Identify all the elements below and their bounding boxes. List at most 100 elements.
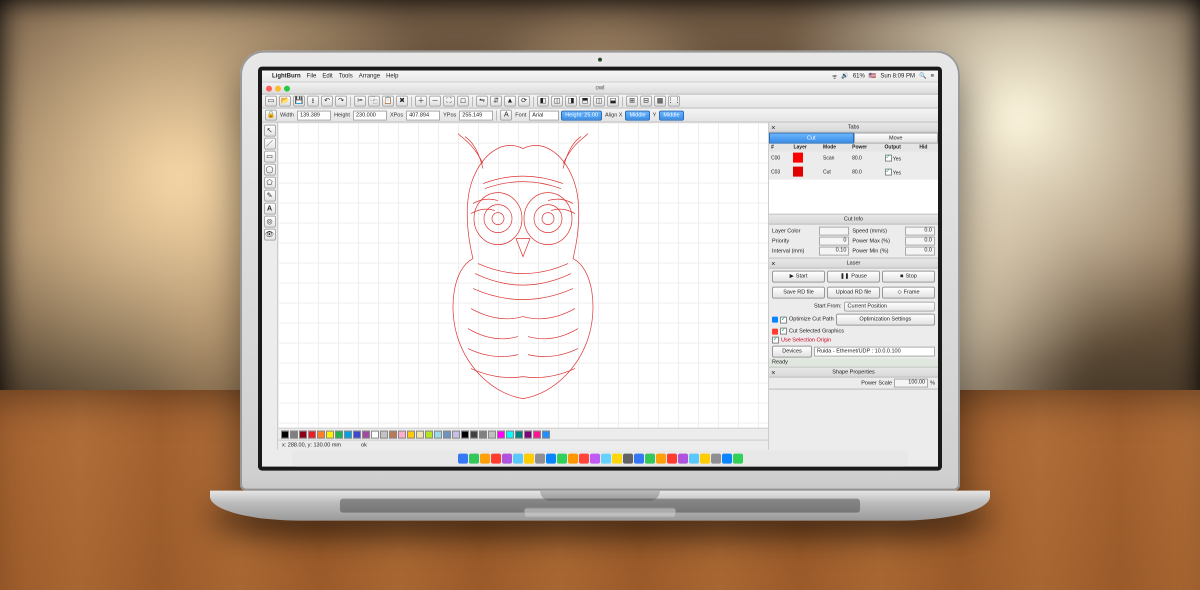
spotlight-icon[interactable]: 🔍 [919, 73, 926, 80]
width-field[interactable]: 139.389 [297, 110, 331, 120]
rotate-icon[interactable]: ⟳ [518, 96, 530, 107]
wifi-icon[interactable]: ᯤ [832, 72, 837, 80]
save-rd-button[interactable]: Save RD file [772, 287, 825, 299]
palette-swatch[interactable] [542, 430, 550, 438]
redo-icon[interactable]: ↷ [335, 96, 347, 107]
flip-v-icon[interactable]: ⇵ [490, 96, 502, 107]
palette-swatch[interactable] [524, 430, 532, 438]
grid-icon[interactable]: ▦ [654, 96, 666, 107]
import-icon[interactable]: ⭳ [307, 96, 319, 107]
layer-color-field[interactable] [819, 227, 849, 236]
zoom-out-icon[interactable]: － [429, 96, 441, 107]
palette-swatch[interactable] [299, 430, 307, 438]
palette-swatch[interactable] [506, 430, 514, 438]
dock-app-icon[interactable] [645, 454, 655, 464]
close-icon[interactable] [266, 85, 272, 91]
palette-swatch[interactable] [389, 430, 397, 438]
palette-swatch[interactable] [452, 430, 460, 438]
offset-icon[interactable]: ◎ [264, 216, 276, 228]
text-tool-icon[interactable]: A [500, 110, 512, 121]
undo-icon[interactable]: ↶ [321, 96, 333, 107]
palette-swatch[interactable] [470, 430, 478, 438]
tab-cut[interactable]: Cut [769, 133, 854, 144]
paste-icon[interactable]: 📋 [382, 96, 394, 107]
table-row[interactable]: C03Cut80.0 Yes [769, 166, 938, 180]
dock-app-icon[interactable] [458, 454, 468, 464]
palette-swatch[interactable] [416, 430, 424, 438]
palette-swatch[interactable] [308, 430, 316, 438]
start-button[interactable]: ▶ Start [772, 271, 825, 283]
polygon-tool-icon[interactable]: ⬠ [264, 177, 276, 189]
palette-swatch[interactable] [281, 430, 289, 438]
devices-button[interactable]: Devices [772, 346, 812, 358]
rect-tool-icon[interactable]: ▭ [264, 151, 276, 163]
new-icon[interactable]: ▭ [265, 96, 277, 107]
align-right-icon[interactable]: ◨ [565, 96, 577, 107]
dock-app-icon[interactable] [623, 454, 633, 464]
palette-swatch[interactable] [407, 430, 415, 438]
dock-app-icon[interactable] [612, 454, 622, 464]
dock-app-icon[interactable] [469, 454, 479, 464]
line-tool-icon[interactable]: ／ [264, 138, 276, 150]
palette-swatch[interactable] [497, 430, 505, 438]
palette-swatch[interactable] [488, 430, 496, 438]
dock-app-icon[interactable] [568, 454, 578, 464]
palette-swatch[interactable] [515, 430, 523, 438]
ypos-field[interactable]: 255.149 [459, 110, 493, 120]
palette-swatch[interactable] [362, 430, 370, 438]
zoom-fit-icon[interactable]: ⛶ [443, 96, 455, 107]
align-left-icon[interactable]: ◧ [537, 96, 549, 107]
opt-settings-button[interactable]: Optimization Settings [836, 314, 935, 326]
upload-rd-button[interactable]: Upload RD file [827, 287, 880, 299]
dock-app-icon[interactable] [557, 454, 567, 464]
dock-app-icon[interactable] [491, 454, 501, 464]
xpos-field[interactable]: 407.894 [406, 110, 440, 120]
power-min-field[interactable]: 0.0 [905, 247, 935, 256]
dock-app-icon[interactable] [656, 454, 666, 464]
menu-arrange[interactable]: Arrange [359, 73, 380, 79]
dock-app-icon[interactable] [502, 454, 512, 464]
height-field[interactable]: 230.000 [353, 110, 387, 120]
ellipse-tool-icon[interactable]: ◯ [264, 164, 276, 176]
dock-app-icon[interactable] [601, 454, 611, 464]
dock-app-icon[interactable] [733, 454, 743, 464]
dock-app-icon[interactable] [546, 454, 556, 464]
ungroup-icon[interactable]: ⊟ [640, 96, 652, 107]
volume-icon[interactable]: 🔊 [841, 73, 848, 80]
group-icon[interactable]: ⊞ [626, 96, 638, 107]
flag-icon[interactable]: 🇺🇸 [869, 73, 876, 80]
align-middle-icon[interactable]: ◫ [593, 96, 605, 107]
palette-swatch[interactable] [353, 430, 361, 438]
app-name[interactable]: LightBurn [272, 73, 301, 79]
speed-field[interactable]: 0.0 [905, 227, 935, 236]
palette-swatch[interactable] [335, 430, 343, 438]
palette-swatch[interactable] [398, 430, 406, 438]
palette-swatch[interactable] [461, 430, 469, 438]
select-tool-icon[interactable]: ↖ [264, 125, 276, 137]
cut-icon[interactable]: ✂ [354, 96, 366, 107]
power-scale-field[interactable]: 100.00 [894, 379, 928, 388]
align-center-icon[interactable]: ◫ [551, 96, 563, 107]
palette-swatch[interactable] [317, 430, 325, 438]
palette-swatch[interactable] [533, 430, 541, 438]
dock-app-icon[interactable] [711, 454, 721, 464]
pause-button[interactable]: ❚❚ Pause [827, 271, 880, 283]
array-icon[interactable]: ⋮⋮ [668, 96, 680, 107]
power-max-field[interactable]: 0.0 [905, 237, 935, 246]
zoom-in-icon[interactable]: ＋ [415, 96, 427, 107]
dock-app-icon[interactable] [579, 454, 589, 464]
minimize-icon[interactable] [275, 85, 281, 91]
zoom-sel-icon[interactable]: ◻ [457, 96, 469, 107]
notifications-icon[interactable]: ≡ [930, 73, 934, 79]
lock-icon[interactable]: 🔒 [265, 110, 277, 121]
menu-help[interactable]: Help [386, 73, 398, 79]
dock-app-icon[interactable] [722, 454, 732, 464]
flip-h-icon[interactable]: ⇋ [476, 96, 488, 107]
frame-button[interactable]: ◇ Frame [882, 287, 935, 299]
start-from-select[interactable]: Current Position [844, 302, 935, 312]
canvas[interactable] [278, 123, 768, 428]
table-row[interactable]: C00Scan80.0 Yes [769, 152, 938, 166]
use-sel-origin-checkbox[interactable] [772, 337, 779, 344]
palette-swatch[interactable] [371, 430, 379, 438]
device-select[interactable]: Ruida - Ethernet/UDP : 10.0.0.100 [814, 347, 935, 357]
